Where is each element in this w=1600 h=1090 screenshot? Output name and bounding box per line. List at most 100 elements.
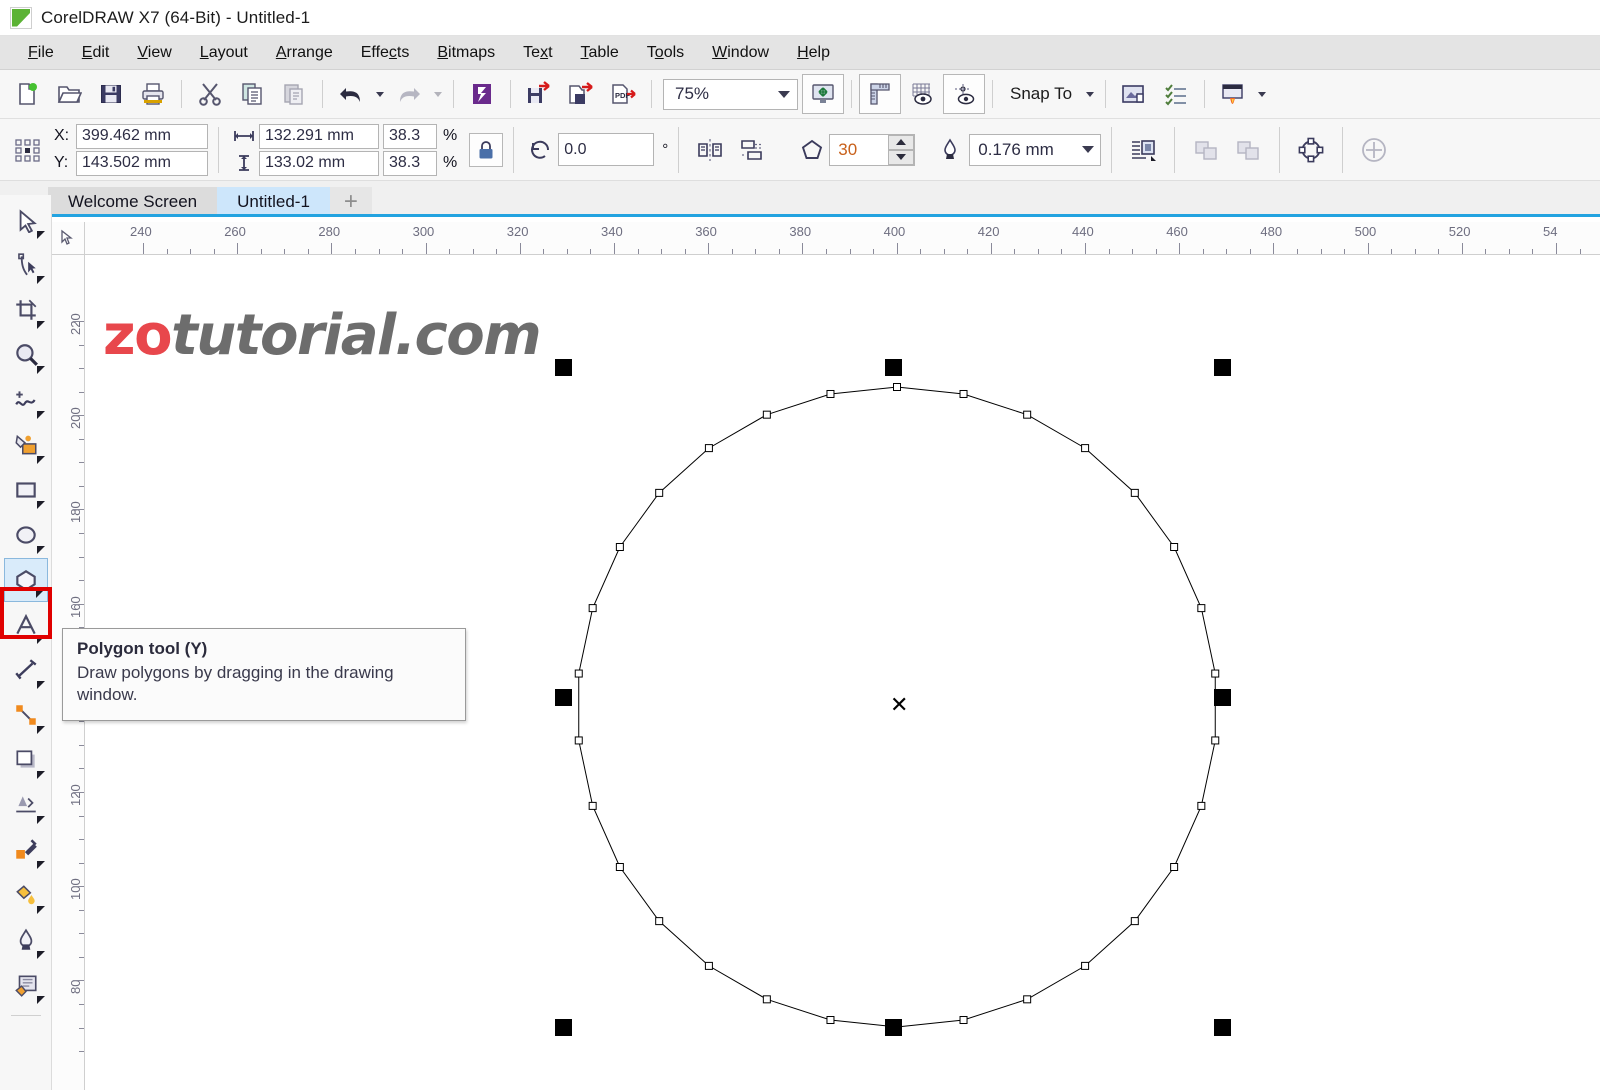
menu-item-window[interactable]: Window [698, 41, 783, 65]
menu-item-help[interactable]: Help [783, 41, 844, 65]
tab-untitled-1[interactable]: Untitled-1 [217, 187, 330, 217]
menu-item-bitmaps[interactable]: Bitmaps [423, 41, 509, 65]
parallel-dimension-tool-icon[interactable] [4, 648, 48, 692]
polygon-sides-spinner[interactable]: 30 [829, 133, 916, 166]
polygon-node-handle[interactable] [574, 669, 583, 678]
polygon-node-handle[interactable] [704, 444, 713, 453]
mirror-horizontal-icon[interactable] [689, 130, 731, 170]
polygon-node-handle[interactable] [1170, 543, 1179, 551]
selection-handle[interactable] [884, 1019, 902, 1036]
publish-pdf-icon[interactable]: PDF [602, 74, 644, 114]
menu-item-text[interactable]: Text [509, 41, 566, 65]
rotation-angle-input[interactable]: 0.0 [558, 133, 655, 166]
show-guidelines-icon[interactable] [943, 74, 985, 114]
smart-fill-tool-icon[interactable] [4, 423, 48, 467]
tool-flyout-arrow-icon[interactable] [36, 726, 45, 734]
polygon-node-handle[interactable] [893, 383, 901, 391]
tool-flyout-arrow-icon[interactable] [36, 321, 45, 329]
freehand-tool-icon[interactable] [4, 378, 48, 422]
object-width-input[interactable]: 132.291 mm [259, 123, 379, 149]
tool-flyout-arrow-icon[interactable] [36, 906, 45, 914]
menu-item-edit[interactable]: Edit [68, 41, 124, 65]
polygon-node-handle[interactable] [1130, 917, 1139, 926]
menu-item-arrange[interactable]: Arrange [262, 41, 347, 65]
undo-arrow-icon[interactable] [330, 74, 372, 114]
polygon-node-handle[interactable] [655, 917, 664, 926]
transparency-tool-icon[interactable] [4, 783, 48, 827]
options-icon[interactable] [1113, 74, 1155, 114]
selection-handle[interactable] [1214, 689, 1231, 706]
polygon-node-handle[interactable] [574, 736, 583, 745]
polygon-node-handle[interactable] [826, 1016, 835, 1025]
tool-flyout-arrow-icon[interactable] [36, 276, 45, 284]
outline-width-combo[interactable]: 0.176 mm [969, 133, 1102, 166]
mirror-vertical-icon[interactable] [731, 130, 773, 170]
text-tool-icon[interactable] [4, 603, 48, 647]
tool-flyout-arrow-icon[interactable] [36, 771, 45, 779]
polygon-tool-icon[interactable] [3, 558, 48, 602]
polygon-node-handle[interactable] [1211, 669, 1220, 678]
ellipse-tool-icon[interactable] [4, 513, 48, 557]
horizontal-ruler[interactable]: 240 260 280 300 320 340 360 380 400 420 440 460 480 5… [52, 222, 1600, 255]
save-icon[interactable] [90, 74, 132, 114]
drop-shadow-tool-icon[interactable] [4, 738, 48, 782]
polygon-node-handle[interactable] [1023, 995, 1032, 1004]
polygon-node-handle[interactable] [1081, 444, 1090, 453]
corel-connect-icon[interactable] [461, 74, 503, 114]
undo-dropdown-caret-icon[interactable] [372, 74, 388, 114]
interactive-fill-tool-icon[interactable] [4, 963, 48, 1007]
scale-x-input[interactable]: 38.3 [383, 123, 437, 149]
x-position-input[interactable]: 399.462 mm [76, 123, 208, 149]
fill-tool-icon[interactable] [4, 873, 48, 917]
tool-flyout-arrow-icon[interactable] [36, 951, 45, 959]
convert-to-curves-icon[interactable] [1290, 130, 1332, 170]
paste-icon[interactable] [273, 74, 315, 114]
shape-tool-icon[interactable] [4, 243, 48, 287]
polygon-node-handle[interactable] [615, 543, 624, 551]
selection-handle[interactable] [555, 1019, 572, 1036]
polygon-node-handle[interactable] [1211, 736, 1220, 745]
object-properties-icon[interactable] [1155, 74, 1197, 114]
rectangle-tool-icon[interactable] [4, 468, 48, 512]
polygon-node-handle[interactable] [762, 410, 771, 419]
polygon-node-handle[interactable] [1023, 410, 1032, 419]
object-height-input[interactable]: 133.02 mm [259, 150, 379, 176]
show-rulers-icon[interactable] [859, 74, 901, 114]
polygon-node-handle[interactable] [959, 1016, 968, 1025]
polygon-node-handle[interactable] [704, 961, 713, 970]
tool-flyout-arrow-icon[interactable] [36, 861, 45, 869]
spinner-up-icon[interactable] [888, 134, 915, 150]
new-document-icon[interactable] [6, 74, 48, 114]
menu-item-view[interactable]: View [123, 41, 185, 65]
crop-tool-icon[interactable] [4, 288, 48, 332]
spinner-down-icon[interactable] [888, 149, 915, 165]
polygon-node-handle[interactable] [1170, 863, 1179, 871]
polygon-node-handle[interactable] [615, 863, 624, 871]
polygon-node-handle[interactable] [588, 801, 597, 810]
y-position-input[interactable]: 143.502 mm [76, 150, 208, 176]
selection-handle[interactable] [1214, 1019, 1231, 1036]
lock-ratio-icon[interactable] [469, 132, 504, 167]
print-icon[interactable] [132, 74, 174, 114]
color-eyedropper-tool-icon[interactable] [4, 828, 48, 872]
polygon-node-handle[interactable] [1130, 488, 1139, 497]
show-grid-icon[interactable] [901, 74, 943, 114]
selection-handle[interactable] [555, 689, 572, 706]
tool-flyout-arrow-icon[interactable] [36, 816, 45, 824]
tool-flyout-arrow-icon[interactable] [36, 411, 45, 419]
selection-handle[interactable] [884, 359, 902, 376]
tool-flyout-arrow-icon[interactable] [36, 681, 45, 689]
cut-scissors-icon[interactable] [189, 74, 231, 114]
application-launcher-caret-icon[interactable] [1254, 74, 1270, 114]
menu-item-effects[interactable]: Effects [347, 41, 424, 65]
add-tab-button[interactable]: + [329, 187, 372, 217]
straight-line-connector-tool-icon[interactable] [4, 693, 48, 737]
menu-item-table[interactable]: Table [567, 41, 633, 65]
selection-handle[interactable] [1214, 359, 1231, 376]
outline-pen-tool-icon[interactable] [4, 918, 48, 962]
zoom-tool-icon[interactable] [4, 333, 48, 377]
zoom-level-combo[interactable]: 75% [663, 78, 798, 110]
menu-item-file[interactable]: File [14, 41, 68, 65]
tool-flyout-arrow-icon[interactable] [36, 456, 45, 464]
polygon-node-handle[interactable] [655, 488, 664, 497]
